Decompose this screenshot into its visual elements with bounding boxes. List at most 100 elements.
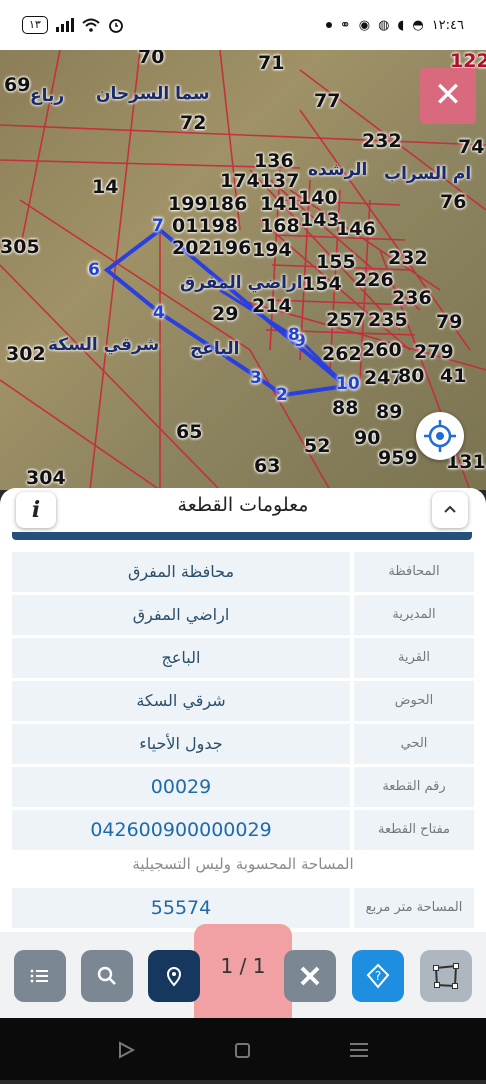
list-button[interactable] (14, 950, 66, 1002)
row-value: الباعج (12, 638, 350, 678)
row-value: محافظة المفرق (12, 552, 350, 592)
parcel-label: 136 (254, 150, 294, 172)
crosshair-icon (424, 420, 456, 452)
vertex-label: 3 (250, 368, 262, 388)
row-label: المساحة متر مربع (354, 888, 474, 928)
parcel-label: 90 (354, 427, 381, 449)
parcel-label: 80 (398, 365, 425, 387)
row-value: جدول الأحياء (12, 724, 350, 764)
parcel-label: 304 (26, 467, 66, 489)
pager-indicator[interactable]: 1 / 1 (194, 954, 292, 978)
messenger-icon: ◍ (378, 17, 390, 33)
parcel-label: 140 (298, 187, 338, 209)
parcel-label: 232 (362, 130, 402, 152)
info-row-parcel-number: 00029 رقم القطعة (12, 767, 474, 807)
svg-text:?: ? (375, 969, 381, 983)
parcel-label: 41 (440, 365, 467, 387)
link-icon: ⚭ (339, 17, 351, 33)
map-view[interactable]: 70 71 122 69 77 72 232 74 136 174137 14 … (0, 50, 486, 490)
search-button[interactable] (81, 950, 133, 1002)
place-name: اراضي المفرق (180, 273, 303, 293)
vertex-label: 6 (88, 260, 100, 280)
parcel-label: 76 (440, 191, 467, 213)
chat-icon: ◖ (397, 17, 405, 33)
parcel-label: 202196 (172, 237, 252, 259)
parcel-label: 235 (368, 309, 408, 331)
help-icon: ? (366, 963, 390, 989)
parcel-label: 01198 (172, 215, 239, 237)
back-icon[interactable] (119, 1041, 136, 1059)
menu-icon[interactable] (350, 1043, 368, 1057)
sheet-title: معلومات القطعة (177, 494, 309, 516)
parcel-label: 88 (332, 397, 359, 419)
parcel-label: 89 (376, 401, 403, 423)
location-pin-icon (166, 967, 182, 987)
parcel-label: 155 (316, 251, 356, 273)
parcel-label: 226 (354, 269, 394, 291)
place-name: ام السراب (384, 164, 472, 184)
parcel-label: 65 (176, 421, 203, 443)
home-icon[interactable] (235, 1043, 250, 1058)
system-nav-icons (119, 1041, 368, 1059)
row-label: رقم القطعة (354, 767, 474, 807)
parcel-label: 146 (336, 218, 376, 240)
parcel-label: 279 (414, 341, 454, 363)
info-row-village: الباعج القرية (12, 638, 474, 678)
parcel-label: 232 (388, 247, 428, 269)
parcel-label: 71 (258, 52, 285, 74)
row-value: اراضي المفرق (12, 595, 350, 635)
bottom-toolbar: 1 / 1 ? (0, 924, 486, 1018)
info-row-basin: شرقي السكة الحوض (12, 681, 474, 721)
parcel-label: 257 (326, 309, 366, 331)
alarm-icon (108, 19, 123, 33)
tab-strip (12, 532, 472, 540)
location-pin-button[interactable] (148, 950, 200, 1002)
row-value: 042600900000029 (12, 810, 350, 850)
vertex-label: 8 (288, 325, 300, 345)
signal-icon (55, 18, 74, 32)
info-row-area: 55574 المساحة متر مربع (12, 888, 474, 928)
parcel-label: 236 (392, 287, 432, 309)
parcel-label: 74 (458, 136, 485, 158)
parcel-label: 63 (254, 455, 281, 477)
row-label: القرية (354, 638, 474, 678)
info-row-district: جدول الأحياء الحي (12, 724, 474, 764)
place-name: سما السرحان (96, 84, 210, 104)
parcel-label: 194 (252, 239, 292, 261)
parcel-label: 154 (302, 273, 342, 295)
parcel-label: 199186 (168, 193, 248, 215)
parcel-label: 959 (378, 447, 418, 469)
parcel-label: 14 (92, 176, 119, 198)
notification-dot-icon (325, 22, 332, 28)
measure-icon (300, 966, 320, 986)
place-name: رباع (30, 86, 65, 106)
row-value: 55574 (12, 888, 350, 928)
battery-icon: ١٣ (22, 16, 48, 34)
close-button[interactable]: ✕ (420, 68, 476, 124)
wifi-icon (82, 18, 100, 32)
measure-button[interactable] (284, 950, 336, 1002)
chevron-up-icon (444, 505, 456, 513)
vertex-label: 2 (276, 385, 288, 405)
row-label: الحي (354, 724, 474, 764)
place-name: الرشده (308, 160, 368, 180)
map-overlay (0, 50, 486, 490)
area-note: المساحة المحسوبة وليس التسجيلية (132, 855, 354, 873)
parcel-label: 69 (4, 74, 31, 96)
collapse-button[interactable] (432, 492, 468, 528)
place-name: شرقي السكة (48, 335, 160, 355)
parcel-label: 72 (180, 112, 207, 134)
vertex-label: 10 (336, 374, 360, 394)
polygon-button[interactable] (420, 950, 472, 1002)
parcel-label: 305 (0, 236, 40, 258)
parcel-label: 174137 (220, 170, 300, 192)
info-row-directorate: اراضي المفرق المديرية (12, 595, 474, 635)
close-icon: ✕ (433, 75, 463, 115)
help-button[interactable]: ? (352, 950, 404, 1002)
search-icon (97, 966, 116, 985)
parcel-label: 52 (304, 435, 331, 457)
locate-button[interactable] (416, 412, 464, 460)
parcel-label: 141 (260, 193, 300, 215)
parcel-label: 168 (260, 215, 300, 237)
status-left: ١٣ (22, 16, 124, 34)
